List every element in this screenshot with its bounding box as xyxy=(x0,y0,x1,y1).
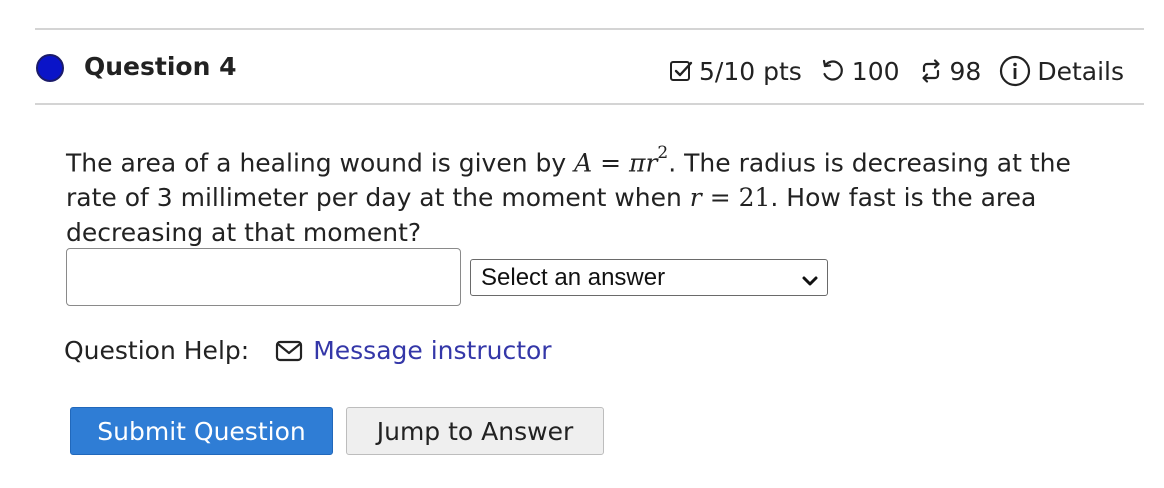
attempts-indicator: 98 xyxy=(918,56,982,86)
top-divider xyxy=(35,28,1144,30)
retry-icon xyxy=(820,58,846,84)
chevron-down-icon xyxy=(801,269,819,297)
math-exponent: 2 xyxy=(657,143,669,163)
envelope-icon xyxy=(275,340,303,362)
units-select[interactable]: Select an answer xyxy=(470,259,828,296)
question-help: Question Help: Message instructor xyxy=(64,336,552,365)
units-select-value: Select an answer xyxy=(481,263,666,291)
math-radius-value: 21 xyxy=(738,183,771,213)
question-text-part-1: The area of a healing wound is given by xyxy=(66,148,575,178)
question-meta: 5/10 pts 100 98 Details xyxy=(669,52,1124,90)
checkbox-icon xyxy=(669,59,693,83)
details-button[interactable]: Details xyxy=(999,55,1124,87)
math-equals: = xyxy=(592,148,630,178)
points-indicator: 5/10 pts xyxy=(669,57,802,86)
answer-input[interactable] xyxy=(66,248,461,306)
question-status-dot xyxy=(36,54,64,82)
message-instructor-label: Message instructor xyxy=(313,336,552,365)
math-pi-r: πr xyxy=(629,148,658,178)
question-text: The area of a healing wound is given by … xyxy=(66,140,1106,250)
info-icon xyxy=(999,55,1031,87)
points-text: 5/10 pts xyxy=(699,56,802,86)
question-title: Question 4 xyxy=(84,52,237,81)
attempts-icon xyxy=(918,58,944,84)
math-area-var: A xyxy=(574,148,593,178)
math-radius-var: r xyxy=(689,183,702,213)
retries-indicator: 100 xyxy=(820,57,900,86)
details-label: Details xyxy=(1037,56,1124,86)
submit-question-button[interactable]: Submit Question xyxy=(70,407,333,455)
retries-text: 100 xyxy=(851,56,900,86)
header-divider xyxy=(35,103,1144,105)
math-equals-2: = xyxy=(701,183,739,213)
jump-to-answer-button[interactable]: Jump to Answer xyxy=(346,407,604,455)
attempts-text: 98 xyxy=(949,56,982,86)
question-help-label: Question Help: xyxy=(64,336,250,365)
message-instructor-link[interactable]: Message instructor xyxy=(275,336,552,365)
